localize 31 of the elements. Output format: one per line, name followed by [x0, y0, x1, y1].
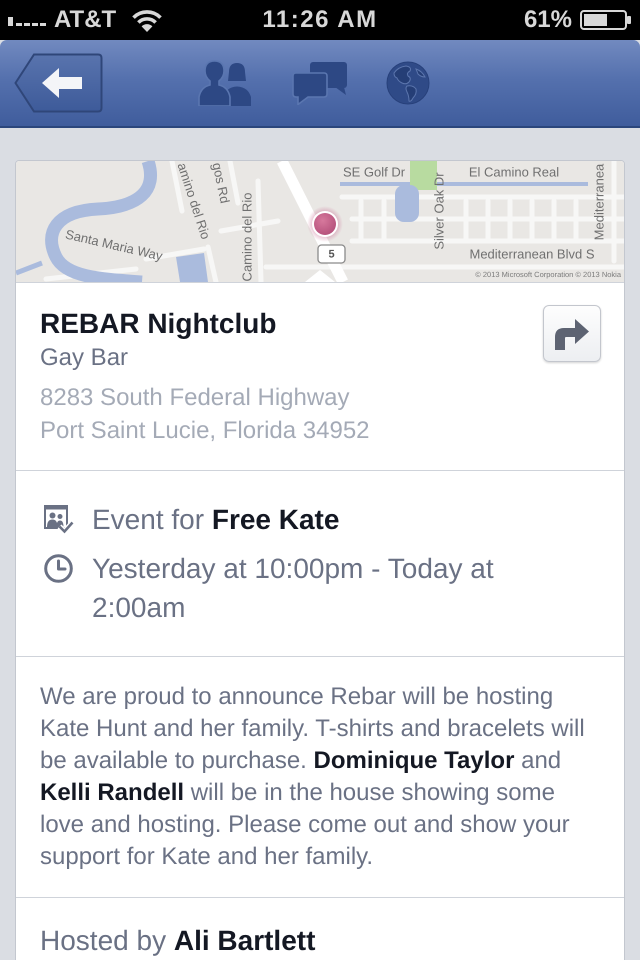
event-time-text: Yesterday at 10:00pm - Today at 2:00am [92, 552, 495, 624]
event-host-text: Event for Free Kate [92, 503, 340, 537]
turn-right-arrow-icon [555, 318, 589, 350]
street-label: Silver Oak Dr [432, 172, 446, 250]
street-label: gos Rd [209, 161, 233, 205]
clock-icon [44, 554, 73, 582]
event-description: We are proud to announce Rebar will be hosting Kate Hunt and her family. T-shirts and bracelets will be available to purchase. Dominique Taylor and Kelli Randell will be in the house showing some love and hosting. Please come out and show your support for Kate and her family. [39, 682, 586, 872]
wifi-icon [131, 8, 164, 32]
signal-icon [8, 14, 46, 26]
map-pin-icon[interactable] [307, 206, 343, 242]
street-label: SE Golf Dr [342, 164, 406, 180]
back-arrow-icon [42, 68, 82, 98]
place-category: Gay Bar [40, 343, 130, 373]
route-shield: 5 [317, 244, 346, 264]
host-line: Hosted by Ali Bartlett [39, 924, 316, 958]
back-button[interactable] [14, 53, 103, 113]
street-label: Camino del Rio [240, 192, 254, 282]
address-line: Port Saint Lucie, Florida 34952 [40, 416, 370, 446]
directions-button[interactable] [543, 305, 601, 362]
clock-time: 11:26 AM [262, 8, 378, 32]
street-label: Mediterranean Blvd S [470, 246, 594, 262]
battery-icon [580, 10, 632, 30]
battery-percent: 61% [524, 8, 572, 32]
globe-icon[interactable] [386, 61, 430, 105]
carrier-name: AT&T [54, 8, 116, 32]
street-label: El Camino Real [468, 164, 560, 180]
street-label: Mediterranea [592, 164, 606, 240]
street-label: Santa Maria Way [64, 226, 164, 264]
people-check-icon [44, 505, 74, 534]
place-name: REBAR Nightclub [40, 309, 278, 339]
address-line: 8283 South Federal Highway [40, 383, 351, 413]
